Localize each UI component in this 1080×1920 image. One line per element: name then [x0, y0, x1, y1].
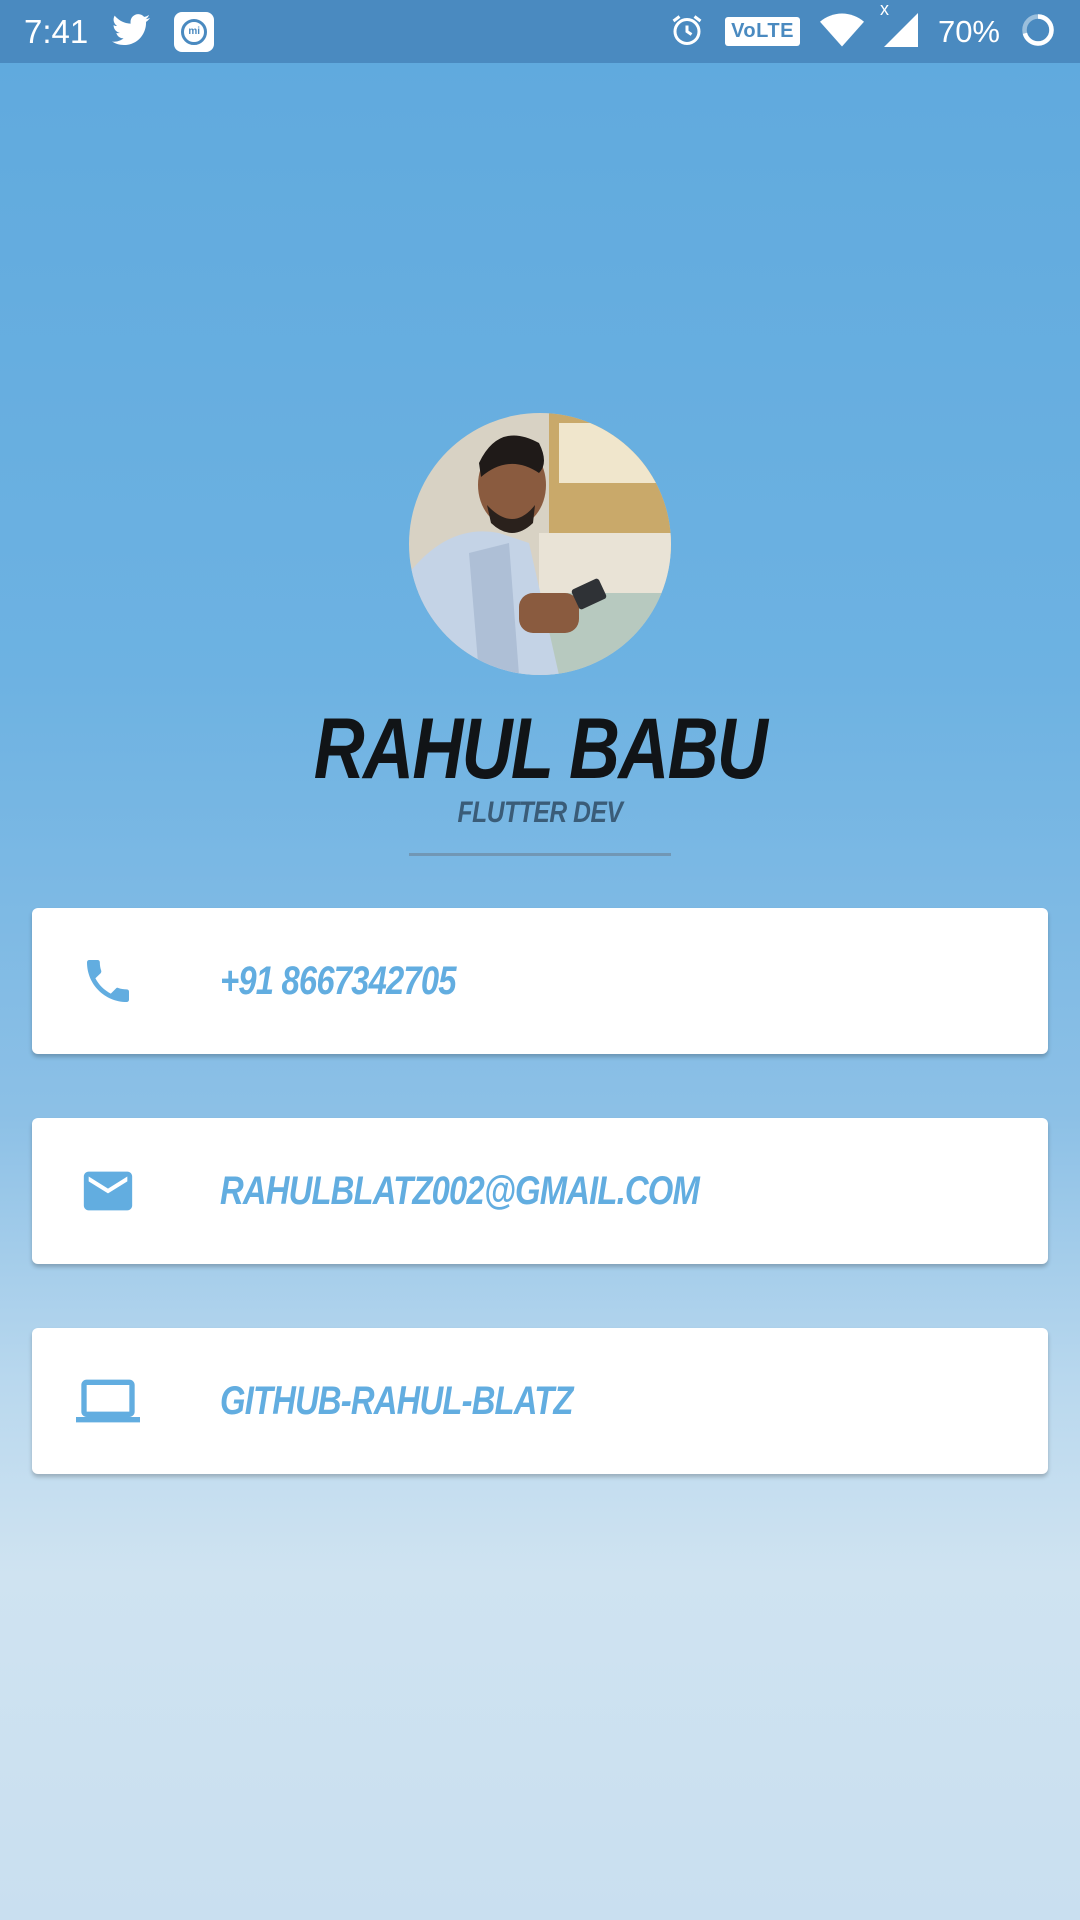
wifi-icon — [819, 13, 864, 51]
phone-number: +91 8667342705 — [220, 958, 457, 1003]
status-bar: 7:41 mi VoLTE x 70% — [0, 0, 1080, 63]
github-card[interactable]: GITHUB-RAHUL-BLATZ — [32, 1328, 1048, 1474]
email-address: RAHULBLATZ002@GMAIL.COM — [220, 1168, 700, 1213]
profile-title: FLUTTER DEV — [457, 796, 623, 829]
email-card[interactable]: RAHULBLATZ002@GMAIL.COM — [32, 1118, 1048, 1264]
phone-icon — [72, 945, 144, 1017]
battery-icon — [1020, 12, 1056, 52]
battery-percentage: 70% — [937, 13, 1000, 49]
status-time: 7:41 — [24, 12, 89, 50]
network-indicator: x — [879, 0, 889, 19]
mi-app-icon: mi — [174, 11, 215, 52]
laptop-icon — [72, 1365, 144, 1437]
phone-card[interactable]: +91 8667342705 — [32, 908, 1048, 1054]
twitter-icon — [112, 13, 151, 50]
signal-icon: x — [880, 0, 918, 51]
profile-avatar — [409, 413, 671, 675]
volte-badge: VoLTE — [725, 17, 800, 46]
github-handle: GITHUB-RAHUL-BLATZ — [220, 1378, 573, 1423]
mail-icon — [72, 1155, 144, 1227]
profile-name: RAHUL BABU — [313, 701, 768, 797]
alarm-icon — [669, 12, 705, 52]
divider — [409, 853, 671, 856]
